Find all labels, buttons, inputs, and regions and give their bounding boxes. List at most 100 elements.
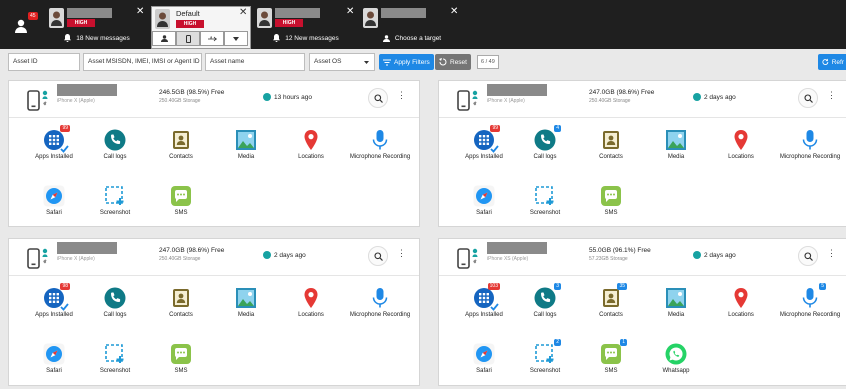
app-tile-contacts[interactable]: 35 Contacts xyxy=(578,283,644,318)
close-icon[interactable]: ✕ xyxy=(346,7,354,17)
device-card[interactable]: iPhone X (Apple) 247.0GB (98.6%) Free 25… xyxy=(8,238,420,386)
refresh-label: Refr xyxy=(831,58,844,66)
app-tile-sms[interactable]: SMS xyxy=(578,185,644,216)
app-tile-microphone-recording[interactable]: Microphone Recording xyxy=(347,287,413,318)
app-tile-locations[interactable]: Locations xyxy=(278,287,344,318)
search-button[interactable] xyxy=(368,88,388,108)
target-tab-1[interactable]: HIGH ✕ 18 New messages xyxy=(46,6,148,46)
app-tile-call-logs[interactable]: 3 Call logs xyxy=(512,283,578,318)
check-icon xyxy=(490,303,499,311)
refresh-button[interactable]: Refr xyxy=(818,54,846,70)
apps-icon: 103 xyxy=(473,283,500,311)
app-tile-apps-installed[interactable]: 99 Apps Installed xyxy=(21,125,87,160)
app-tile-call-logs[interactable]: Call logs xyxy=(82,129,148,160)
user-menu-button[interactable]: 45 xyxy=(10,10,38,38)
app-label: Safari xyxy=(46,368,62,374)
app-tile-media[interactable]: Media xyxy=(213,129,279,160)
app-tile-screenshot[interactable]: 2 Screenshot xyxy=(512,339,578,374)
app-tile-safari[interactable]: Safari xyxy=(451,185,517,216)
app-tile-media[interactable]: Media xyxy=(213,287,279,318)
tab-notification[interactable]: 12 New messages xyxy=(254,30,358,46)
app-tile-screenshot[interactable]: Screenshot xyxy=(512,185,578,216)
apps-icon: 99 xyxy=(43,125,70,153)
location-icon xyxy=(730,129,752,151)
asset-os-select[interactable]: Asset OS xyxy=(309,53,375,71)
storage-free: 246.5GB (98.5%) Free xyxy=(159,89,225,96)
storage-total: 250.40GB Storage xyxy=(159,98,201,104)
asset-name-input[interactable]: Asset name xyxy=(205,53,305,71)
target-name-redacted xyxy=(381,8,426,18)
device-icon xyxy=(27,247,53,271)
app-tile-call-logs[interactable]: 4 Call logs xyxy=(512,125,578,160)
search-button[interactable] xyxy=(798,88,818,108)
app-tile-safari[interactable]: Safari xyxy=(451,343,517,374)
app-tile-whatsapp[interactable]: Whatsapp xyxy=(643,343,709,374)
search-button[interactable] xyxy=(368,246,388,266)
app-label: Safari xyxy=(46,210,62,216)
target-tab-4[interactable]: ✕ Choose a target xyxy=(360,6,464,46)
app-tile-sms[interactable]: 1 SMS xyxy=(578,339,644,374)
usb-view-button[interactable] xyxy=(200,31,224,46)
dropdown-button[interactable] xyxy=(224,31,248,46)
storage-free: 55.0GB (96.1%) Free xyxy=(589,247,651,254)
apply-filters-button[interactable]: Apply Filters xyxy=(379,54,434,70)
avatar xyxy=(49,8,64,28)
app-tile-microphone-recording[interactable]: Microphone Recording xyxy=(347,129,413,160)
app-tile-microphone-recording[interactable]: Microphone Recording xyxy=(777,129,843,160)
close-icon[interactable]: ✕ xyxy=(239,8,247,18)
app-tile-apps-installed[interactable]: 103 Apps Installed xyxy=(451,283,517,318)
close-icon[interactable]: ✕ xyxy=(136,7,144,17)
more-options-icon[interactable]: ⋮ xyxy=(397,249,406,258)
last-seen: 13 hours ago xyxy=(263,93,312,101)
app-tile-media[interactable]: Media xyxy=(643,287,709,318)
storage-total: 57.23GB Storage xyxy=(589,256,628,262)
app-tile-locations[interactable]: Locations xyxy=(278,129,344,160)
whatsapp-icon xyxy=(665,343,687,365)
device-card[interactable]: iPhone XS (Apple) 55.0GB (96.1%) Free 57… xyxy=(438,238,846,386)
app-label: Whatsapp xyxy=(662,368,690,374)
new-messages-text: 12 New messages xyxy=(285,34,339,42)
app-tile-sms[interactable]: SMS xyxy=(148,185,214,216)
user-count-badge: 45 xyxy=(28,12,38,20)
search-icon xyxy=(373,251,383,261)
target-tab-3[interactable]: HIGH ✕ 12 New messages xyxy=(254,6,358,46)
status-dot-icon xyxy=(693,93,701,101)
app-tile-locations[interactable]: Locations xyxy=(708,129,774,160)
app-tile-apps-installed[interactable]: 98 Apps Installed xyxy=(21,283,87,318)
choose-target-button[interactable]: Choose a target xyxy=(360,30,464,46)
app-tile-contacts[interactable]: Contacts xyxy=(578,129,644,160)
more-options-icon[interactable]: ⋮ xyxy=(827,249,836,258)
app-label: Locations xyxy=(298,312,324,318)
app-tile-contacts[interactable]: Contacts xyxy=(148,129,214,160)
count-badge: 1 xyxy=(620,339,627,346)
reset-button[interactable]: Reset xyxy=(435,54,471,70)
asset-id-input[interactable]: Asset ID xyxy=(8,53,80,71)
app-tile-safari[interactable]: Safari xyxy=(21,343,87,374)
close-icon[interactable]: ✕ xyxy=(450,7,458,17)
more-options-icon[interactable]: ⋮ xyxy=(397,91,406,100)
microphone-icon xyxy=(799,129,821,151)
app-label: Microphone Recording xyxy=(349,154,411,160)
avatar xyxy=(155,9,170,29)
app-tile-apps-installed[interactable]: 99 Apps Installed xyxy=(451,125,517,160)
msisdn-input[interactable]: Asset MSISDN, IMEI, IMSI or Agent ID xyxy=(83,53,202,71)
app-tile-safari[interactable]: Safari xyxy=(21,185,87,216)
device-card[interactable]: iPhone X (Apple) 246.5GB (98.5%) Free 25… xyxy=(8,80,420,227)
person-view-button[interactable] xyxy=(152,31,176,46)
app-tile-sms[interactable]: SMS xyxy=(148,343,214,374)
app-tile-locations[interactable]: Locations xyxy=(708,287,774,318)
more-options-icon[interactable]: ⋮ xyxy=(827,91,836,100)
app-tile-media[interactable]: Media xyxy=(643,129,709,160)
reset-label: Reset xyxy=(450,58,467,66)
app-tile-microphone-recording[interactable]: 5 Microphone Recording xyxy=(777,283,843,318)
target-tab-default[interactable]: Default HIGH ✕ xyxy=(151,6,251,49)
device-card[interactable]: iPhone X (Apple) 247.0GB (98.6%) Free 25… xyxy=(438,80,846,227)
app-tile-screenshot[interactable]: Screenshot xyxy=(82,185,148,216)
app-tile-contacts[interactable]: Contacts xyxy=(148,287,214,318)
count-badge: 35 xyxy=(617,283,627,290)
device-view-button[interactable] xyxy=(176,31,200,46)
search-button[interactable] xyxy=(798,246,818,266)
tab-notification[interactable]: 18 New messages xyxy=(46,30,148,46)
app-tile-call-logs[interactable]: Call logs xyxy=(82,287,148,318)
app-tile-screenshot[interactable]: Screenshot xyxy=(82,343,148,374)
